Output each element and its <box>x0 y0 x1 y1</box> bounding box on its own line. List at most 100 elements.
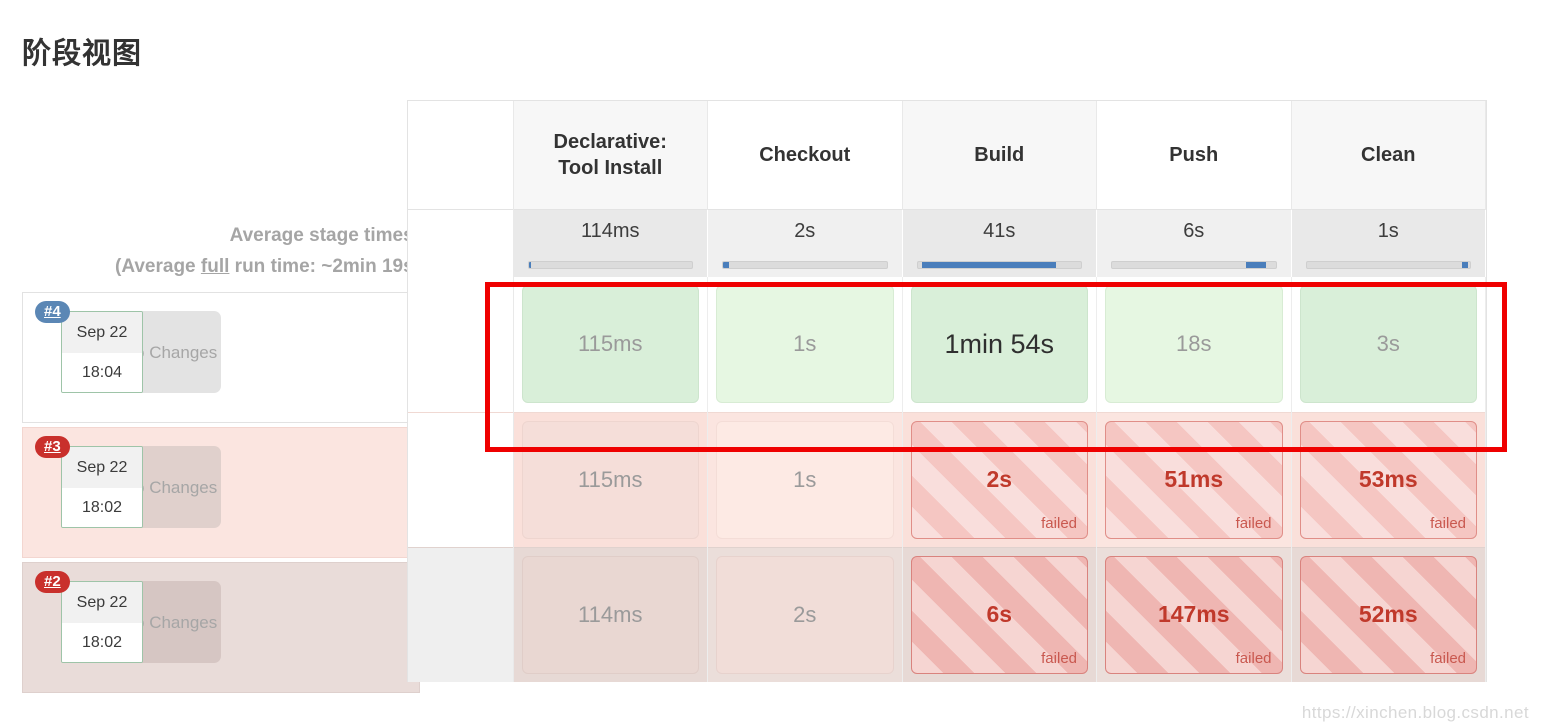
stage-box[interactable]: 51ms failed <box>1105 420 1283 539</box>
stage-view-panel: Declarative: Tool Install Checkout Build… <box>407 100 1487 682</box>
stage-build-row: 115ms 1s 1min 54s 18s 3s <box>408 277 1486 412</box>
stage-cell[interactable]: 2s <box>707 546 903 682</box>
stage-box[interactable]: 115ms <box>521 420 699 539</box>
stage-average-value: 41s <box>983 219 1016 242</box>
stage-average-row: 114ms 2s 41s 6s 1s <box>408 208 1486 277</box>
stage-average-value: 1s <box>1377 219 1399 242</box>
stage-duration: 115ms <box>578 331 643 357</box>
stage-duration: 2s <box>793 601 817 627</box>
stage-status-label: failed <box>1235 514 1272 532</box>
stage-header-clean[interactable]: Clean <box>1291 101 1486 209</box>
stage-header-checkout[interactable]: Checkout <box>707 101 903 209</box>
stage-box[interactable]: 6s failed <box>910 555 1088 674</box>
progress-fill <box>922 262 1057 268</box>
stage-duration: 147ms <box>1157 601 1230 628</box>
build-datetime-box[interactable]: Sep 22 18:04 <box>61 311 143 393</box>
stage-cell[interactable]: 1s <box>707 277 903 412</box>
build-time: 18:02 <box>62 488 142 527</box>
stage-row-blank <box>408 277 514 412</box>
stage-view-table: Declarative: Tool Install Checkout Build… <box>408 101 1486 682</box>
stage-box[interactable]: 1s <box>716 420 894 539</box>
stage-header-row: Declarative: Tool Install Checkout Build… <box>408 101 1486 209</box>
avg-run-post: run time: ~2min 19s) <box>229 256 420 277</box>
stage-cell[interactable]: 2s failed <box>902 411 1097 547</box>
stage-box[interactable]: 52ms failed <box>1299 555 1477 674</box>
stage-average-push: 6s <box>1096 208 1292 277</box>
stage-status-label: failed <box>1041 514 1077 532</box>
stage-average-checkout: 2s <box>707 208 903 277</box>
stage-cell[interactable]: 52ms failed <box>1291 546 1486 682</box>
stage-header-build[interactable]: Build <box>902 101 1097 209</box>
stage-row-blank <box>408 411 514 547</box>
stage-status-label: failed <box>1430 649 1466 667</box>
stage-duration: 52ms <box>1358 601 1418 628</box>
average-stage-times-caption: Average stage times: (Average full run t… <box>22 220 420 282</box>
build-date: Sep 22 <box>62 312 142 353</box>
stage-average-progress-bar <box>722 261 888 269</box>
stage-cell[interactable]: 6s failed <box>902 546 1097 682</box>
build-row[interactable]: #4 No Changes Sep 22 18:04 <box>22 292 420 423</box>
build-time: 18:02 <box>62 623 142 662</box>
stage-box[interactable]: 1s <box>716 285 894 404</box>
build-date: Sep 22 <box>62 582 142 623</box>
stage-cell[interactable]: 115ms <box>513 277 708 412</box>
stage-box[interactable]: 53ms failed <box>1299 420 1477 539</box>
stage-build-row: 114ms 2s 6s failed 147ms failed 52ms fai… <box>408 546 1486 682</box>
progress-fill <box>1461 262 1469 268</box>
stage-average-value: 114ms <box>580 219 640 242</box>
stage-cell[interactable]: 3s <box>1291 277 1486 412</box>
stage-average-clean: 1s <box>1291 208 1486 277</box>
avg-run-underlined: full <box>200 256 230 277</box>
build-row[interactable]: #3 No Changes Sep 22 18:02 <box>22 427 420 558</box>
stage-cell[interactable]: 53ms failed <box>1291 411 1486 547</box>
stage-duration: 18s <box>1176 331 1212 357</box>
average-full-run-time-line: (Average full run time: ~2min 19s) <box>22 251 420 282</box>
stage-box[interactable]: 147ms failed <box>1105 555 1283 674</box>
build-number-badge[interactable]: #4 <box>35 301 70 323</box>
build-datetime-box[interactable]: Sep 22 18:02 <box>61 446 143 528</box>
stage-duration: 1s <box>793 331 817 357</box>
stage-cell[interactable]: 18s <box>1096 277 1292 412</box>
stage-box[interactable]: 1min 54s <box>910 285 1088 404</box>
stage-box[interactable]: 2s <box>716 555 894 674</box>
stage-header-blank <box>408 101 514 209</box>
stage-header-push[interactable]: Push <box>1096 101 1292 209</box>
stage-build-row: 115ms 1s 2s failed 51ms failed 53ms fail… <box>408 411 1486 547</box>
stage-cell[interactable]: 114ms <box>513 546 708 682</box>
stage-cell[interactable]: 115ms <box>513 411 708 547</box>
stage-average-blank <box>408 208 514 277</box>
stage-cell[interactable]: 1min 54s <box>902 277 1097 412</box>
stage-status-label: failed <box>1041 649 1077 667</box>
build-number-badge[interactable]: #3 <box>35 436 70 458</box>
stage-cell[interactable]: 51ms failed <box>1096 411 1292 547</box>
stage-status-label: failed <box>1430 514 1466 532</box>
stage-box[interactable]: 114ms <box>521 555 699 674</box>
stage-duration: 114ms <box>578 601 643 627</box>
stage-box[interactable]: 2s failed <box>910 420 1088 539</box>
stage-header-tool-install[interactable]: Declarative: Tool Install <box>513 101 708 209</box>
stage-header-label-line2: Tool Install <box>558 156 663 179</box>
stage-box[interactable]: 18s <box>1105 285 1283 404</box>
stage-box[interactable]: 115ms <box>521 285 699 404</box>
stage-cell[interactable]: 147ms failed <box>1096 546 1292 682</box>
stage-cell[interactable]: 1s <box>707 411 903 547</box>
stage-duration: 1min 54s <box>944 328 1055 359</box>
page-title: 阶段视图 <box>22 38 143 70</box>
stage-average-progress-bar <box>527 261 693 269</box>
stage-duration: 51ms <box>1164 466 1224 492</box>
progress-fill <box>528 262 531 268</box>
stage-row-blank <box>408 546 514 682</box>
build-datetime-box[interactable]: Sep 22 18:02 <box>61 581 143 663</box>
stage-duration: 2s <box>986 466 1013 492</box>
build-number-badge[interactable]: #2 <box>35 571 70 593</box>
builds-column: Average stage times: (Average full run t… <box>22 96 422 716</box>
stage-average-progress-bar <box>1111 261 1277 269</box>
stage-average-value: 6s <box>1183 219 1205 242</box>
avg-run-pre: (Average <box>115 256 201 277</box>
build-row[interactable]: #2 No Changes Sep 22 18:02 <box>22 562 420 693</box>
stage-box[interactable]: 3s <box>1299 285 1477 404</box>
stage-duration: 115ms <box>578 466 643 492</box>
stage-duration: 6s <box>986 601 1013 628</box>
build-date: Sep 22 <box>62 447 142 488</box>
progress-fill <box>723 262 729 268</box>
